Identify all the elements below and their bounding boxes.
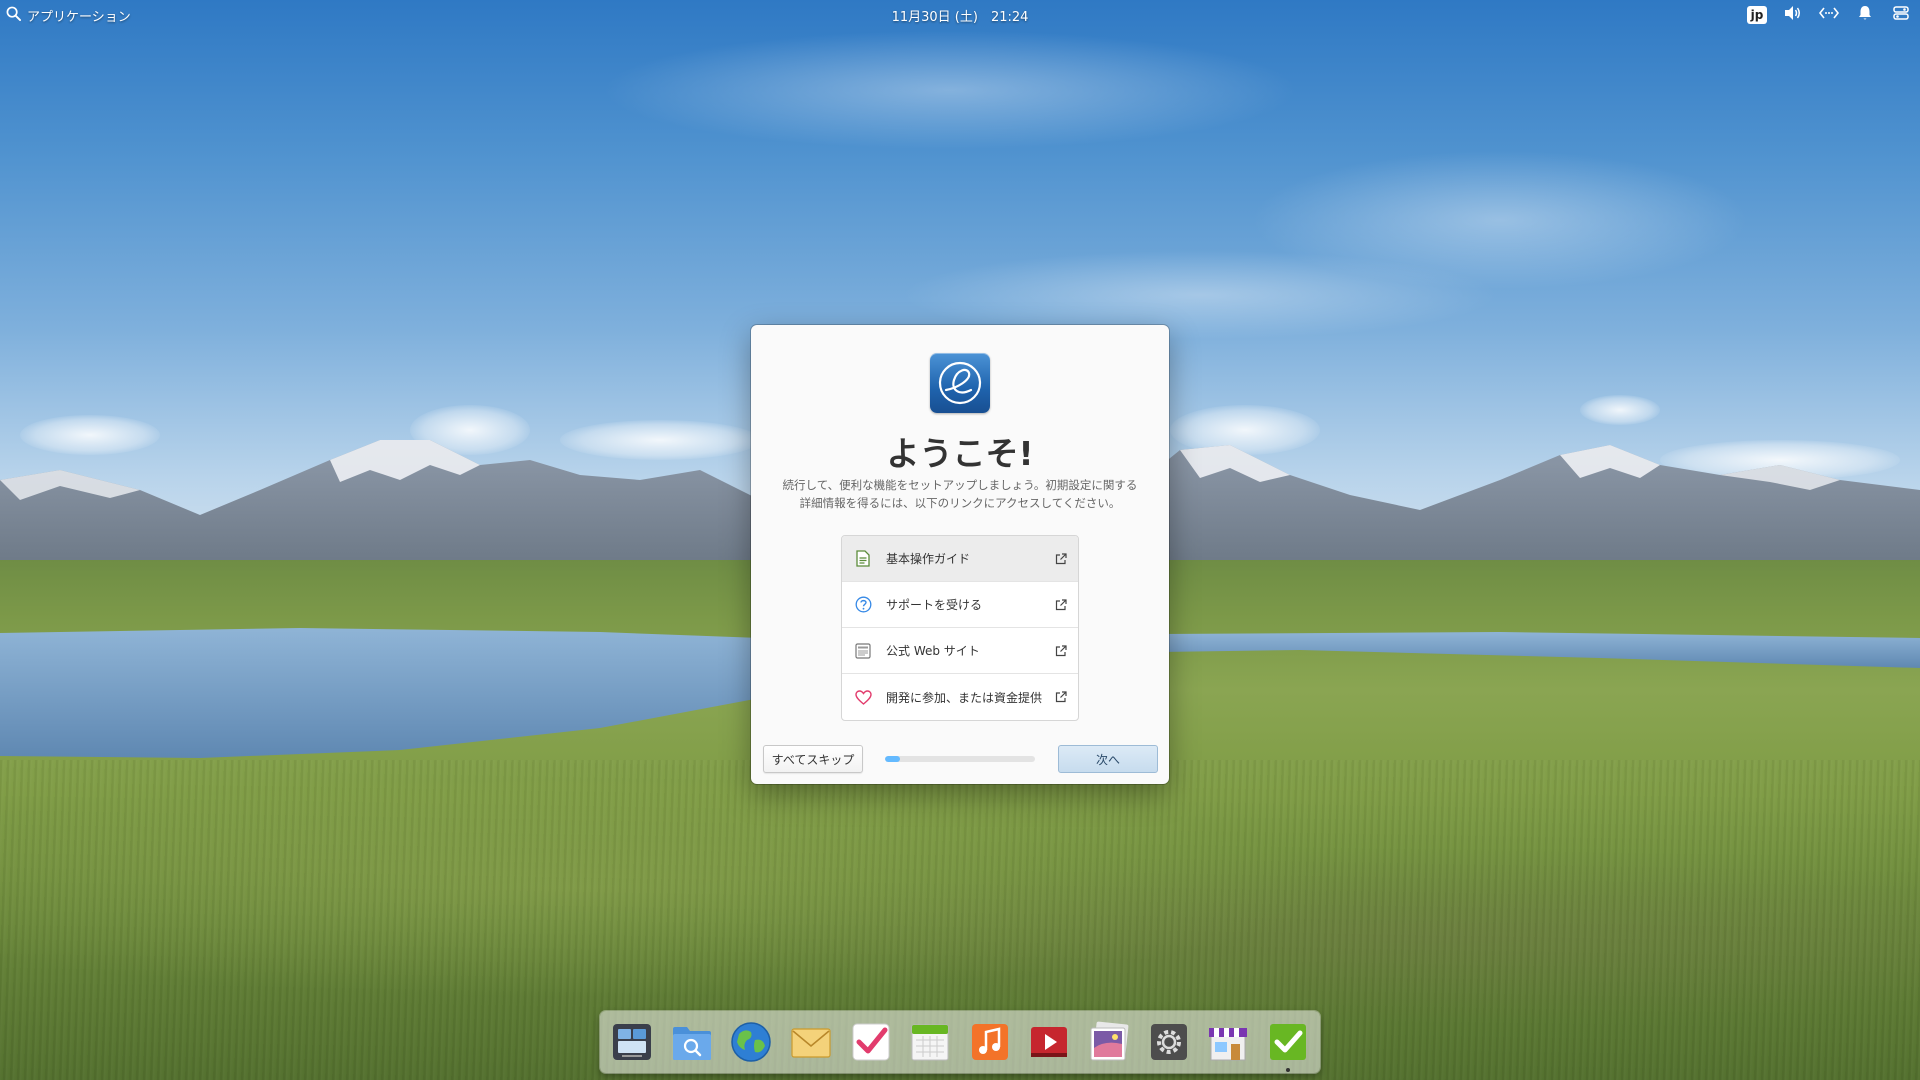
dock-item-system-settings[interactable]: [1145, 1018, 1193, 1066]
welcome-title: ようこそ!: [886, 434, 1034, 473]
external-link-icon: [1054, 598, 1068, 612]
dock-item-files[interactable]: [668, 1018, 716, 1066]
session-indicator[interactable]: [1890, 4, 1912, 26]
help-links-list: 基本操作ガイド サポートを受ける 公式 Web サイト 開発に参加、または資金提…: [841, 535, 1079, 721]
link-label: サポートを受ける: [886, 598, 983, 612]
next-button[interactable]: 次へ: [1058, 745, 1158, 773]
applications-menu-label: アプリケーション: [27, 9, 131, 25]
link-basic-guide[interactable]: 基本操作ガイド: [842, 536, 1078, 582]
wallpaper-cloud: [600, 30, 1300, 150]
system-settings-icon: [1150, 1024, 1187, 1060]
applications-menu-button[interactable]: アプリケーション: [6, 5, 131, 25]
setup-progress-bar: [885, 756, 1035, 762]
website-icon: [854, 642, 872, 660]
bell-icon: [1858, 5, 1872, 25]
external-link-icon: [1054, 644, 1068, 658]
running-indicator: [1285, 1068, 1290, 1072]
wired-network-icon: [1818, 6, 1840, 24]
welcome-dialog: ようこそ! 続行して、便利な機能をセットアップしましょう。初期設定に関する詳細情…: [751, 325, 1169, 784]
dock-item-videos[interactable]: [1025, 1018, 1073, 1066]
link-get-support[interactable]: サポートを受ける: [842, 582, 1078, 628]
document-icon: [854, 550, 872, 568]
welcome-description: 続行して、便利な機能をセットアップしましょう。初期設定に関する詳細情報を得るには…: [782, 478, 1138, 510]
system-shutdown-icon: [1893, 5, 1909, 25]
heart-icon: [854, 688, 872, 706]
dock-item-initial-setup[interactable]: [1264, 1018, 1312, 1072]
keyboard-indicator[interactable]: jp: [1746, 4, 1768, 26]
notifications-indicator[interactable]: [1854, 4, 1876, 26]
sound-indicator[interactable]: [1782, 4, 1804, 26]
link-label: 公式 Web サイト: [886, 644, 980, 658]
multitasking-view-icon: [613, 1024, 651, 1060]
clock-label[interactable]: 11月30日 (土) 21:24: [892, 10, 1029, 25]
volume-icon: [1784, 5, 1802, 25]
link-label: 開発に参加、または資金提供: [886, 690, 1043, 705]
external-link-icon: [1054, 690, 1068, 704]
videos-icon: [1031, 1027, 1068, 1057]
dock-item-calendar[interactable]: [906, 1018, 954, 1066]
dock: [600, 1011, 1320, 1073]
skip-all-button[interactable]: すべてスキップ: [763, 745, 863, 773]
setup-progress-fill: [885, 756, 900, 762]
dock-item-photos[interactable]: [1085, 1018, 1133, 1066]
indicator-area: jp: [1746, 4, 1912, 26]
initial-setup-icon: [1269, 1024, 1306, 1060]
keyboard-layout-label: jp: [1746, 6, 1768, 24]
dock-item-music[interactable]: [966, 1018, 1014, 1066]
datetime-indicator: 11月30日 (土) 21:24: [0, 6, 1920, 25]
external-link-icon: [1054, 552, 1068, 566]
search-icon: [6, 6, 21, 25]
files-icon: [672, 1027, 711, 1060]
dock-item-mail[interactable]: [787, 1018, 835, 1066]
music-icon: [971, 1024, 1008, 1060]
link-get-involved[interactable]: 開発に参加、または資金提供: [842, 674, 1078, 720]
link-label: 基本操作ガイド: [886, 552, 971, 566]
dock-item-web-browser[interactable]: [727, 1018, 775, 1066]
calendar-icon: [911, 1024, 949, 1061]
help-icon: [854, 596, 872, 614]
photos-icon: [1090, 1021, 1129, 1061]
mail-icon: [791, 1028, 831, 1058]
link-official-website[interactable]: 公式 Web サイト: [842, 628, 1078, 674]
dock-item-appcenter[interactable]: [1204, 1018, 1252, 1066]
dock-item-tasks[interactable]: [847, 1018, 895, 1066]
tasks-icon: [852, 1023, 889, 1061]
network-indicator[interactable]: [1818, 4, 1840, 26]
appcenter-icon: [1209, 1028, 1248, 1061]
top-panel: アプリケーション 11月30日 (土) 21:24 jp: [0, 0, 1920, 30]
dock-item-multitasking-view[interactable]: [608, 1018, 656, 1066]
web-browser-icon: [731, 1022, 771, 1062]
elementary-logo-icon: [930, 353, 990, 413]
